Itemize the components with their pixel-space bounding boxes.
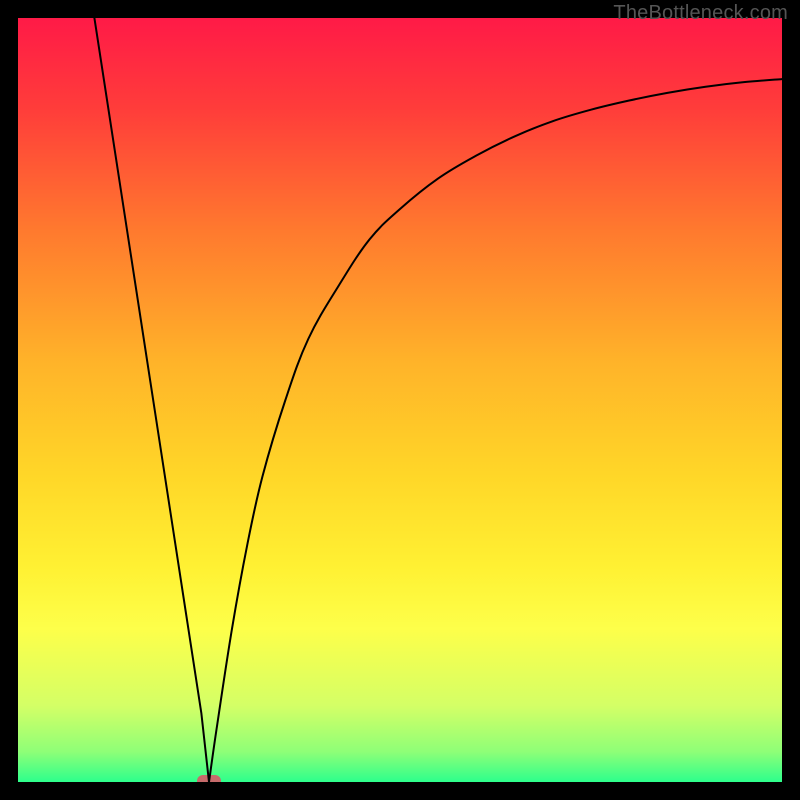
bottleneck-chart (18, 18, 782, 782)
chart-frame (18, 18, 782, 782)
chart-background (18, 18, 782, 782)
watermark-text: TheBottleneck.com (613, 2, 788, 25)
